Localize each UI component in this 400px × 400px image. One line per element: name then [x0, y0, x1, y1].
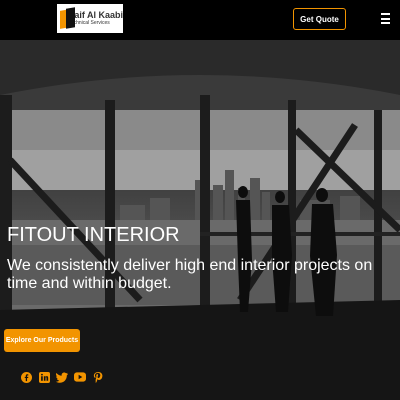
- hero-title: FITOUT INTERIOR: [7, 224, 180, 246]
- site-header: Saif Al Kaabi Technical Services Get Quo…: [0, 0, 400, 40]
- pinterest-icon[interactable]: [92, 371, 104, 383]
- facebook-icon[interactable]: [20, 371, 32, 383]
- explore-products-button[interactable]: Explore Our Products: [4, 329, 80, 352]
- logo-name: Saif Al Kaabi: [68, 10, 123, 20]
- twitter-icon[interactable]: [56, 371, 68, 383]
- logo-mark-icon: [60, 6, 75, 31]
- youtube-icon[interactable]: [74, 371, 86, 383]
- hero-tagline: We consistently deliver high end interio…: [7, 257, 373, 292]
- linkedin-icon[interactable]: [38, 371, 50, 383]
- get-quote-button[interactable]: Get Quote: [293, 8, 346, 30]
- company-logo[interactable]: Saif Al Kaabi Technical Services: [57, 4, 123, 33]
- hamburger-menu-icon[interactable]: [381, 13, 390, 24]
- logo-subtitle: Technical Services: [68, 20, 110, 26]
- social-links: [20, 371, 104, 383]
- logo-text: Saif Al Kaabi Technical Services: [68, 11, 123, 26]
